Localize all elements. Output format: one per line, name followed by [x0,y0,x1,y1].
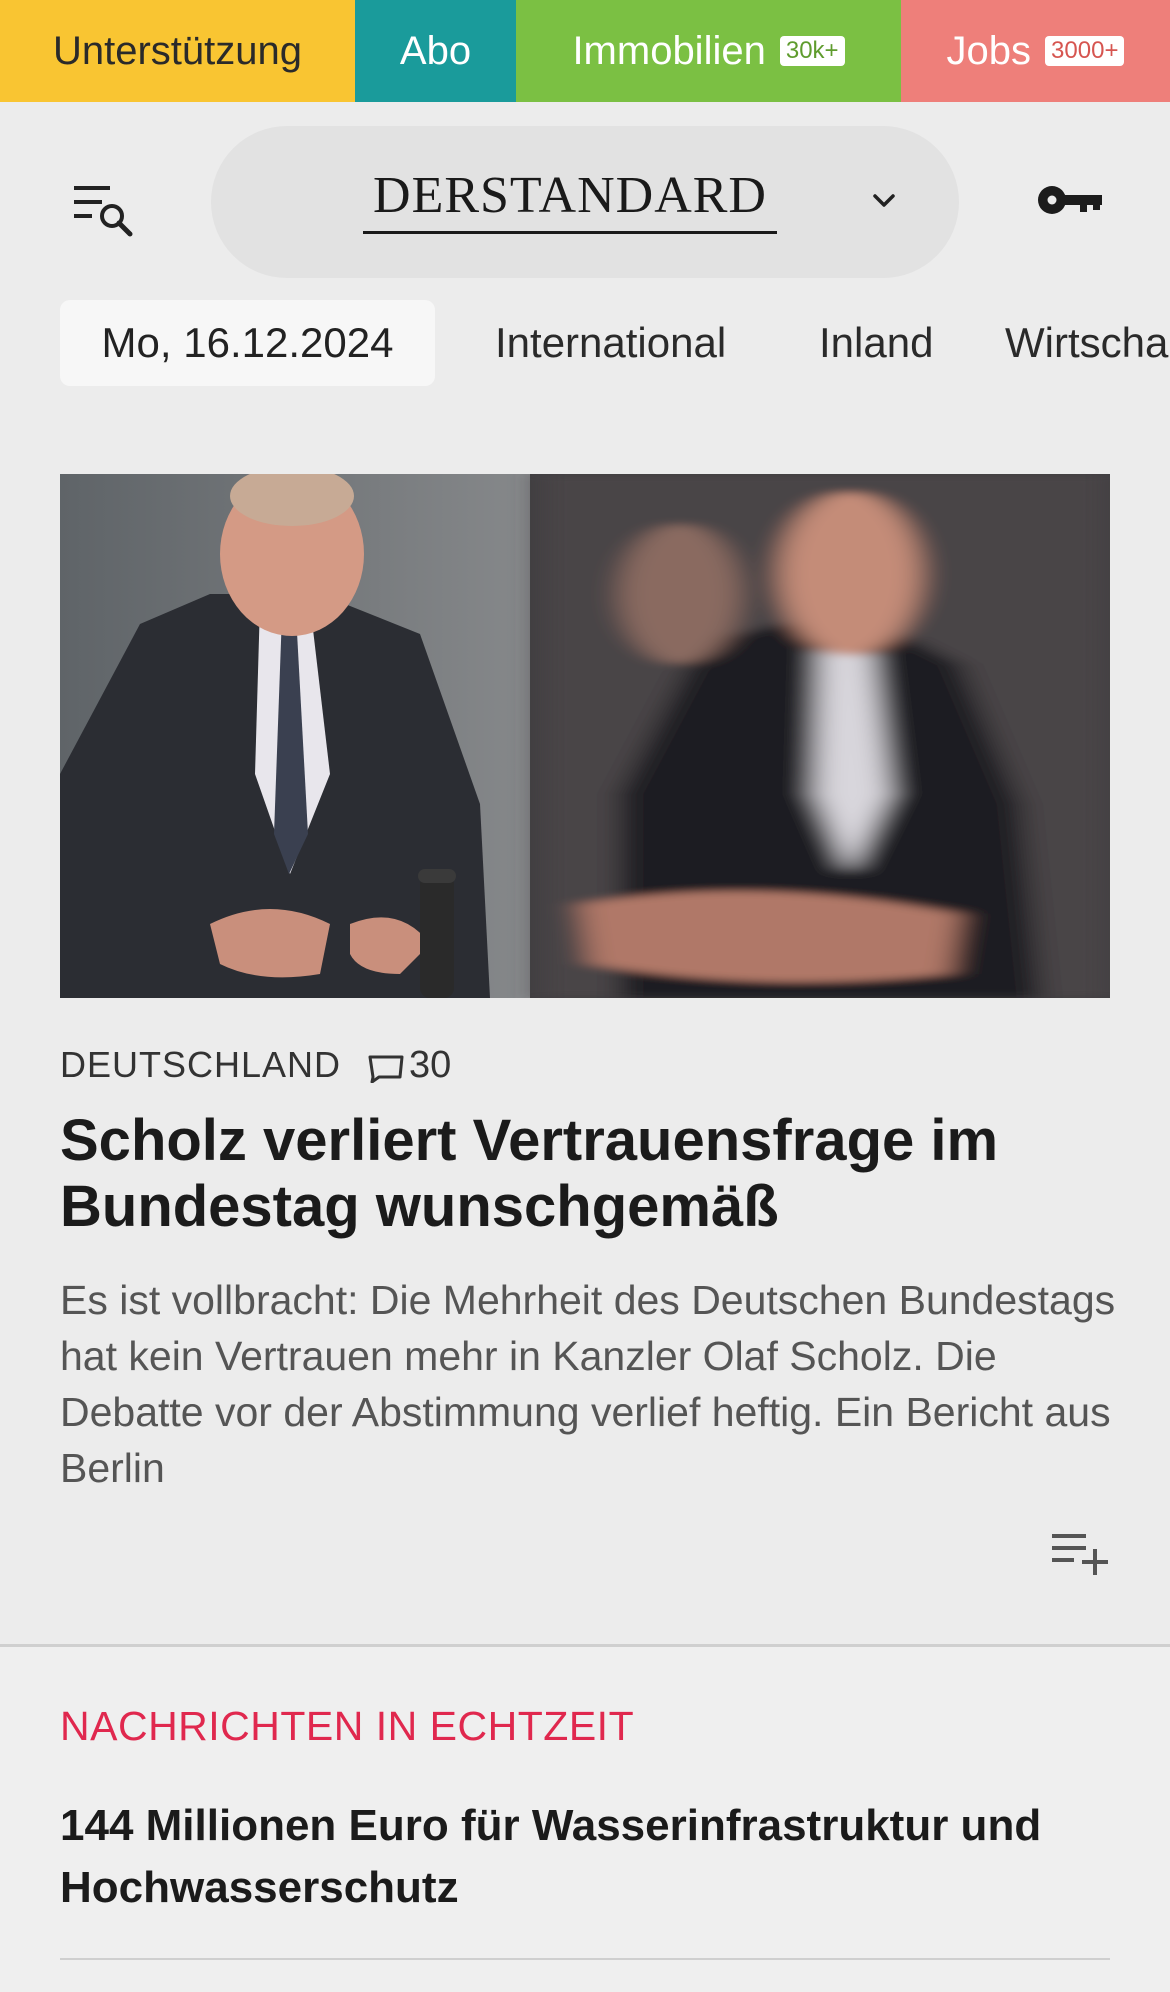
comment-count[interactable]: 30 [409,1044,451,1087]
immobilien-link[interactable]: Immobilien 30k+ [516,0,901,102]
comment-icon[interactable] [367,1050,405,1084]
current-date: Mo, 16.12.2024 [60,300,435,386]
live-news-section: NACHRICHTEN IN ECHTZEIT 144 Millionen Eu… [0,1647,1170,1992]
abo-link[interactable]: Abo [355,0,516,102]
site-header: DERSTANDARD [0,102,1170,294]
jobs-label: Jobs [946,28,1032,73]
nav-item-wirtschaft[interactable]: Wirtscha [1005,300,1168,386]
article-kicker[interactable]: DEUTSCHLAND [60,1044,341,1086]
abo-label: Abo [399,28,472,73]
menu-search-icon[interactable] [72,180,136,240]
nav-item-inland[interactable]: Inland [819,300,933,386]
article-hero-image[interactable] [60,474,1110,998]
live-news-headline[interactable]: 144 Millionen Euro für Wasserinfrastrukt… [60,1795,1120,1919]
site-logo[interactable]: DERSTANDARD [363,168,777,234]
nav-item-international[interactable]: International [495,300,726,386]
service-bar: Unterstützung Abo Immobilien 30k+ Jobs 3… [0,0,1170,102]
article-headline[interactable]: Scholz verliert Vertrauensfrage im Bunde… [60,1108,1120,1240]
immobilien-count-badge: 30k+ [779,36,845,66]
section-nav: Mo, 16.12.2024 International Inland Wirt… [0,298,1170,388]
live-news-rule [60,1958,1110,1960]
logo-edition-selector[interactable]: DERSTANDARD [211,126,959,278]
support-label: Unterstützung [52,28,303,73]
article-teaser[interactable]: Es ist vollbracht: Die Mehrheit des Deut… [60,1272,1120,1496]
jobs-link[interactable]: Jobs 3000+ [901,0,1170,102]
key-icon[interactable] [1036,178,1106,222]
add-to-reading-list-icon[interactable] [1050,1530,1112,1576]
chevron-down-icon[interactable] [869,186,899,216]
article-meta: DEUTSCHLAND 30 [60,1040,451,1090]
live-news-title[interactable]: NACHRICHTEN IN ECHTZEIT [60,1703,634,1750]
support-link[interactable]: Unterstützung [0,0,355,102]
jobs-count-badge: 3000+ [1045,36,1125,66]
immobilien-label: Immobilien [572,28,766,73]
